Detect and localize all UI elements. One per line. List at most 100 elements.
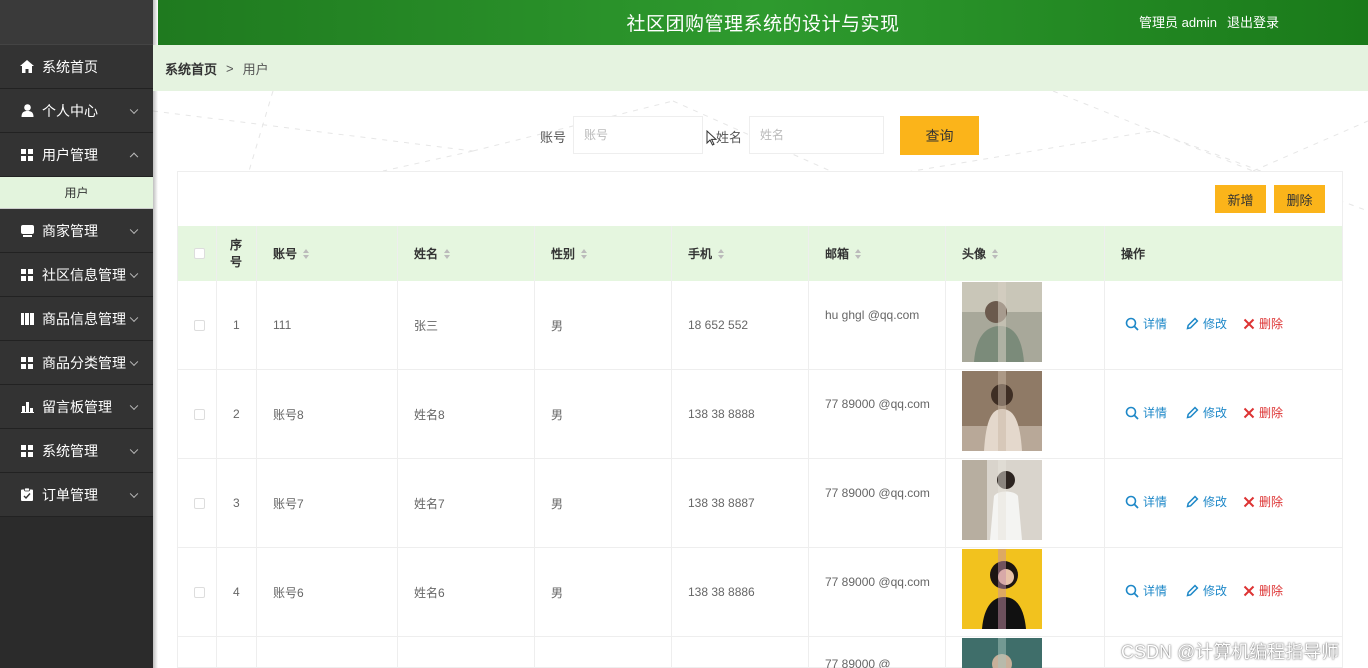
row-gender: 男 [551, 585, 564, 600]
close-icon [1243, 318, 1255, 329]
query-button[interactable]: 查询 [900, 116, 979, 155]
name-label: 姓名 [716, 130, 743, 145]
sort-icon[interactable] [855, 248, 862, 259]
row-gender: 男 [551, 407, 564, 422]
chevron-down-icon [129, 313, 139, 322]
row-index: 4 [233, 585, 240, 599]
logout-link[interactable]: 退出登录 [1227, 12, 1279, 31]
select-all-checkbox[interactable] [194, 226, 205, 281]
table-row: 4 账号6 姓名6 男 138 38 8886 77 89000 @qq.com… [178, 548, 1342, 637]
close-icon [1243, 407, 1255, 418]
sort-icon[interactable] [303, 248, 310, 259]
sidebar-top [0, 0, 153, 45]
row-index: 2 [233, 407, 240, 421]
row-gender: 男 [551, 496, 564, 511]
col-avatar[interactable]: 头像 [962, 226, 999, 281]
row-checkbox[interactable] [194, 370, 205, 458]
edit-button[interactable]: 修改 [1186, 315, 1227, 332]
account-label: 账号 [540, 130, 567, 145]
table-header: 序号 账号 姓名 性别 手机 邮箱 头像 操作 [178, 226, 1342, 281]
row-checkbox[interactable] [194, 459, 205, 547]
grid-icon [20, 444, 34, 458]
detail-button[interactable]: 详情 [1125, 493, 1167, 510]
chevron-down-icon [129, 105, 139, 114]
detail-button[interactable]: 详情 [1125, 582, 1167, 599]
sidebar-item-message-board[interactable]: 留言板管理 [0, 385, 153, 429]
search-icon [1125, 317, 1139, 331]
delete-button[interactable]: 删除 [1243, 404, 1283, 421]
sidebar-item-label: 社区信息管理 [42, 266, 126, 283]
avatar-image [962, 638, 1042, 668]
avatar-image [962, 282, 1042, 362]
batch-delete-button[interactable]: 删除 [1274, 185, 1325, 213]
col-name[interactable]: 姓名 [414, 226, 451, 281]
csdn-watermark: CSDN @计算机编程指导师 [1121, 642, 1340, 662]
avatar-image [962, 460, 1042, 540]
row-name: 姓名7 [414, 496, 445, 511]
edit-button[interactable]: 修改 [1186, 493, 1227, 510]
breadcrumb-separator: > [226, 60, 234, 76]
delete-button[interactable]: 删除 [1243, 493, 1283, 510]
account-search-input[interactable] [573, 116, 703, 154]
grid-icon [20, 268, 34, 282]
detail-button[interactable]: 详情 [1125, 404, 1167, 421]
row-checkbox[interactable] [194, 548, 205, 636]
close-icon [1243, 496, 1255, 507]
breadcrumb-home[interactable]: 系统首页 [165, 59, 217, 78]
row-phone: 138 38 8887 [688, 496, 755, 510]
col-index: 序号 [230, 237, 243, 269]
sidebar-item-home[interactable]: 系统首页 [0, 45, 153, 89]
sort-icon[interactable] [581, 248, 588, 259]
row-account: 账号8 [273, 407, 304, 422]
row-index: 3 [233, 496, 240, 510]
row-email: 77 89000 @qq.com [825, 486, 930, 500]
chevron-down-icon [129, 357, 139, 366]
sidebar-item-user-management[interactable]: 用户管理 [0, 133, 153, 177]
sort-icon[interactable] [444, 248, 451, 259]
sidebar-item-product-category[interactable]: 商品分类管理 [0, 341, 153, 385]
search-icon [1125, 495, 1139, 509]
sidebar-item-label: 个人中心 [42, 102, 98, 119]
chevron-up-icon [129, 152, 139, 161]
col-email[interactable]: 邮箱 [825, 226, 862, 281]
row-account: 账号6 [273, 585, 304, 600]
col-phone[interactable]: 手机 [688, 226, 725, 281]
add-button[interactable]: 新增 [1215, 185, 1266, 213]
row-name: 姓名6 [414, 585, 445, 600]
sidebar-item-product-info[interactable]: 商品信息管理 [0, 297, 153, 341]
sidebar-item-label: 商家管理 [42, 222, 98, 239]
sort-icon[interactable] [718, 248, 725, 259]
sidebar-item-community-info[interactable]: 社区信息管理 [0, 253, 153, 297]
current-user: 管理员 admin [1139, 15, 1218, 30]
pencil-icon [1186, 584, 1199, 597]
grid-icon [20, 148, 34, 162]
sidebar-item-label: 用户管理 [42, 146, 98, 163]
pencil-icon [1186, 317, 1199, 330]
sidebar-item-system-management[interactable]: 系统管理 [0, 429, 153, 473]
col-account[interactable]: 账号 [273, 226, 310, 281]
row-account: 111 [273, 318, 292, 332]
sidebar-item-order-management[interactable]: 订单管理 [0, 473, 153, 517]
table-row: 3 账号7 姓名7 男 138 38 8887 77 89000 @qq.com… [178, 459, 1342, 548]
mouse-cursor-icon [706, 130, 718, 146]
box-icon [20, 224, 34, 238]
delete-button[interactable]: 删除 [1243, 582, 1283, 599]
sidebar-item-label: 系统首页 [42, 58, 98, 75]
avatar-image [962, 371, 1042, 451]
sidebar-item-merchant-management[interactable]: 商家管理 [0, 209, 153, 253]
breadcrumb: 系统首页 > 用户 [153, 45, 1368, 91]
delete-button[interactable]: 删除 [1243, 315, 1283, 332]
edit-button[interactable]: 修改 [1186, 404, 1227, 421]
name-search-input[interactable] [749, 116, 884, 154]
sidebar-subitem-users[interactable]: 用户 [0, 177, 153, 209]
row-name: 张三 [414, 318, 439, 333]
row-checkbox[interactable] [194, 281, 205, 369]
col-gender[interactable]: 性别 [551, 226, 588, 281]
edit-button[interactable]: 修改 [1186, 582, 1227, 599]
detail-button[interactable]: 详情 [1125, 315, 1167, 332]
top-header: 社区团购管理系统的设计与实现 管理员 admin 退出登录 [158, 0, 1368, 45]
row-phone: 138 38 8886 [688, 585, 755, 599]
sort-icon[interactable] [992, 248, 999, 259]
table-row: 1 111 张三 男 18 652 552 hu ghgl @qq.com 详情… [178, 281, 1342, 370]
sidebar-item-profile[interactable]: 个人中心 [0, 89, 153, 133]
